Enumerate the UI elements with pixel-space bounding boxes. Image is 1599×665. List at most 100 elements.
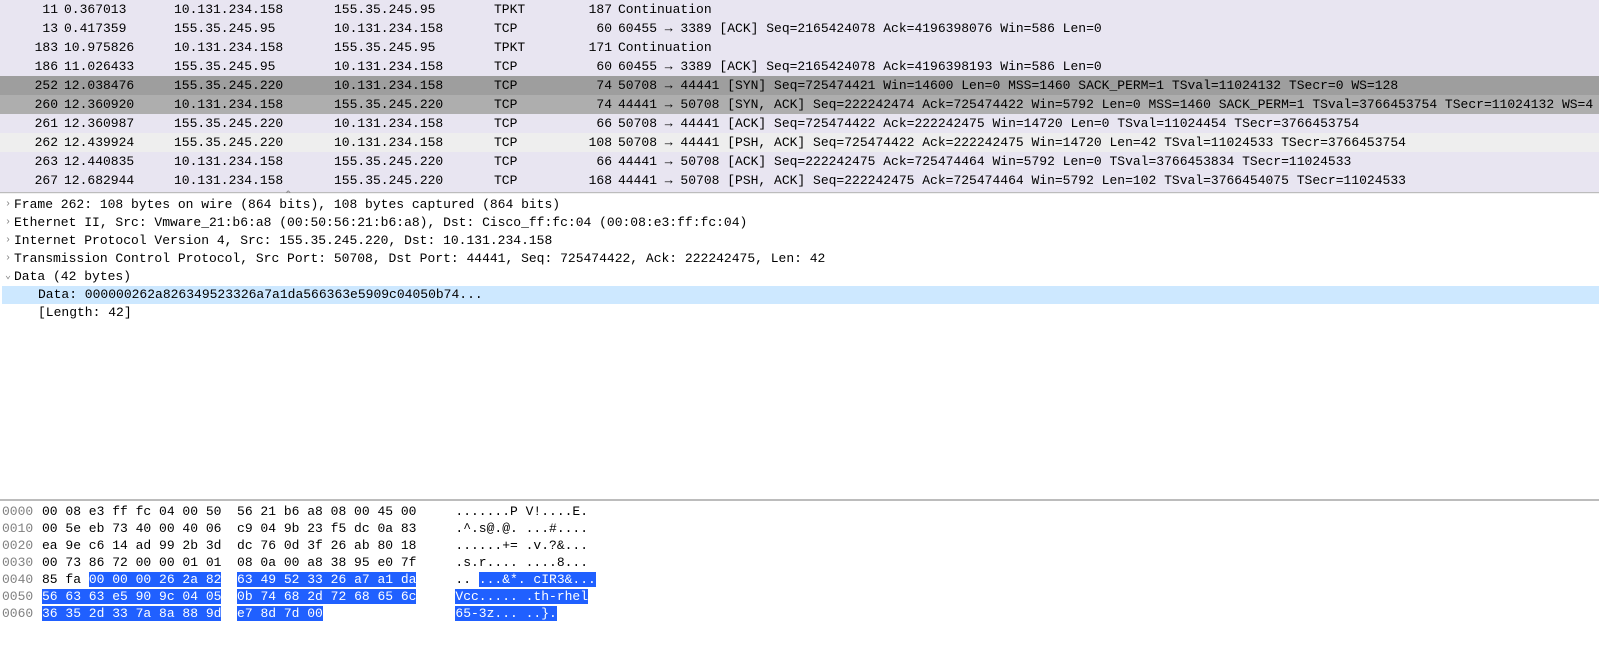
cell-number: 262 bbox=[8, 133, 64, 152]
cell-protocol: TCP bbox=[494, 19, 568, 38]
cell-source: 10.131.234.158 bbox=[174, 152, 334, 171]
cell-info: Continuation bbox=[618, 0, 1599, 19]
cell-time: 0.367013 bbox=[64, 0, 174, 19]
hex-row[interactable]: 004085 fa 00 00 00 26 2a 82 63 49 52 33 … bbox=[2, 571, 1597, 588]
hex-bytes: 85 fa 00 00 00 26 2a 82 63 49 52 33 26 a… bbox=[42, 571, 432, 588]
data-value: Data: 000000262a826349523326a7a1da566363… bbox=[38, 286, 483, 304]
packet-row[interactable]: 110.36701310.131.234.158155.35.245.95TPK… bbox=[0, 0, 1599, 19]
cell-source: 155.35.245.220 bbox=[174, 133, 334, 152]
packet-details-pane[interactable]: › Frame 262: 108 bytes on wire (864 bits… bbox=[0, 193, 1599, 498]
cell-time: 11.026433 bbox=[64, 57, 174, 76]
cell-time: 10.975826 bbox=[64, 38, 174, 57]
data-label: Data (42 bytes) bbox=[14, 268, 131, 286]
tcp-node[interactable]: › Transmission Control Protocol, Src Por… bbox=[2, 250, 1599, 268]
hex-row[interactable]: 0020ea 9e c6 14 ad 99 2b 3d dc 76 0d 3f … bbox=[2, 537, 1597, 554]
cell-number: 267 bbox=[8, 171, 64, 190]
chevron-right-icon[interactable]: › bbox=[2, 250, 14, 268]
hex-row[interactable]: 006036 35 2d 33 7a 8a 88 9d e7 8d 7d 00 … bbox=[2, 605, 1597, 622]
hex-bytes: 00 08 e3 ff fc 04 00 50 56 21 b6 a8 08 0… bbox=[42, 503, 432, 520]
cell-info: 60455 → 3389 [ACK] Seq=2165424078 Ack=41… bbox=[618, 57, 1599, 76]
hex-bytes: 56 63 63 e5 90 9c 04 05 0b 74 68 2d 72 6… bbox=[42, 588, 432, 605]
cell-source: 155.35.245.95 bbox=[174, 19, 334, 38]
cell-destination: 10.131.234.158 bbox=[334, 57, 494, 76]
packet-row[interactable]: 26212.439924155.35.245.22010.131.234.158… bbox=[0, 133, 1599, 152]
hex-ascii: .s.r.... ....8... bbox=[455, 554, 615, 571]
hex-offset: 0060 bbox=[2, 605, 42, 622]
hex-row[interactable]: 001000 5e eb 73 40 00 40 06 c9 04 9b 23 … bbox=[2, 520, 1597, 537]
hex-ascii: ......+= .v.?&... bbox=[455, 537, 615, 554]
cell-time: 12.682944 bbox=[64, 171, 174, 190]
cell-info: 50708 → 44441 [SYN] Seq=725474421 Win=14… bbox=[618, 76, 1599, 95]
packet-row[interactable]: 26312.44083510.131.234.158155.35.245.220… bbox=[0, 152, 1599, 171]
data-length-row[interactable]: [Length: 42] bbox=[2, 304, 1599, 322]
hex-row[interactable]: 000000 08 e3 ff fc 04 00 50 56 21 b6 a8 … bbox=[2, 503, 1597, 520]
cell-source: 10.131.234.158 bbox=[174, 0, 334, 19]
hex-bytes: 00 5e eb 73 40 00 40 06 c9 04 9b 23 f5 d… bbox=[42, 520, 432, 537]
cell-destination: 155.35.245.220 bbox=[334, 95, 494, 114]
cell-protocol: TCP bbox=[494, 152, 568, 171]
frame-node[interactable]: › Frame 262: 108 bytes on wire (864 bits… bbox=[2, 196, 1599, 214]
hex-dump-pane[interactable]: 000000 08 e3 ff fc 04 00 50 56 21 b6 a8 … bbox=[0, 499, 1599, 665]
hex-row[interactable]: 005056 63 63 e5 90 9c 04 05 0b 74 68 2d … bbox=[2, 588, 1597, 605]
cell-info: Continuation bbox=[618, 38, 1599, 57]
cell-protocol: TCP bbox=[494, 57, 568, 76]
cell-length: 168 bbox=[568, 171, 618, 190]
cell-destination: 10.131.234.158 bbox=[334, 133, 494, 152]
cell-info: 44441 → 50708 [SYN, ACK] Seq=222242474 A… bbox=[618, 95, 1599, 114]
cell-time: 12.439924 bbox=[64, 133, 174, 152]
cell-number: 13 bbox=[8, 19, 64, 38]
cell-destination: 155.35.245.220 bbox=[334, 152, 494, 171]
packet-row[interactable]: 25212.038476155.35.245.22010.131.234.158… bbox=[0, 76, 1599, 95]
chevron-down-icon[interactable]: ⌄ bbox=[2, 268, 14, 286]
hex-offset: 0040 bbox=[2, 571, 42, 588]
hex-bytes: ea 9e c6 14 ad 99 2b 3d dc 76 0d 3f 26 a… bbox=[42, 537, 432, 554]
cell-source: 10.131.234.158 bbox=[174, 171, 334, 190]
ip-node[interactable]: › Internet Protocol Version 4, Src: 155.… bbox=[2, 232, 1599, 250]
hex-offset: 0010 bbox=[2, 520, 42, 537]
cell-number: 11 bbox=[8, 0, 64, 19]
cell-protocol: TCP bbox=[494, 133, 568, 152]
cell-source: 10.131.234.158 bbox=[174, 38, 334, 57]
chevron-right-icon[interactable]: › bbox=[2, 196, 14, 214]
hex-ascii: .. ...&*. cIR3&... bbox=[455, 571, 615, 588]
cell-source: 155.35.245.220 bbox=[174, 114, 334, 133]
cell-length: 66 bbox=[568, 114, 618, 133]
cell-time: 12.360987 bbox=[64, 114, 174, 133]
cell-info: 50708 → 44441 [ACK] Seq=725474422 Ack=22… bbox=[618, 114, 1599, 133]
hex-offset: 0030 bbox=[2, 554, 42, 571]
ip-label: Internet Protocol Version 4, Src: 155.35… bbox=[14, 232, 552, 250]
chevron-right-icon[interactable]: › bbox=[2, 232, 14, 250]
hex-offset: 0020 bbox=[2, 537, 42, 554]
hex-ascii: .^.s@.@. ...#.... bbox=[455, 520, 615, 537]
data-node[interactable]: ⌄ Data (42 bytes) bbox=[2, 268, 1599, 286]
cell-length: 171 bbox=[568, 38, 618, 57]
cell-protocol: TCP bbox=[494, 76, 568, 95]
cell-length: 74 bbox=[568, 76, 618, 95]
data-value-row[interactable]: Data: 000000262a826349523326a7a1da566363… bbox=[2, 286, 1599, 304]
cell-number: 186 bbox=[8, 57, 64, 76]
cell-time: 12.038476 bbox=[64, 76, 174, 95]
cell-info: 50708 → 44441 [PSH, ACK] Seq=725474422 A… bbox=[618, 133, 1599, 152]
cell-protocol: TCP bbox=[494, 95, 568, 114]
chevron-right-icon[interactable]: › bbox=[2, 214, 14, 232]
cell-destination: 155.35.245.95 bbox=[334, 38, 494, 57]
packet-row[interactable]: 26012.36092010.131.234.158155.35.245.220… bbox=[0, 95, 1599, 114]
cell-number: 183 bbox=[8, 38, 64, 57]
hex-offset: 0000 bbox=[2, 503, 42, 520]
packet-row[interactable]: 18611.026433155.35.245.9510.131.234.158T… bbox=[0, 57, 1599, 76]
packet-row[interactable]: 18310.97582610.131.234.158155.35.245.95T… bbox=[0, 38, 1599, 57]
cell-info: 60455 → 3389 [ACK] Seq=2165424078 Ack=41… bbox=[618, 19, 1599, 38]
cell-protocol: TPKT bbox=[494, 0, 568, 19]
cell-length: 60 bbox=[568, 57, 618, 76]
hex-ascii: .......P V!....E. bbox=[455, 503, 615, 520]
cell-source: 155.35.245.220 bbox=[174, 76, 334, 95]
hex-row[interactable]: 003000 73 86 72 00 00 01 01 08 0a 00 a8 … bbox=[2, 554, 1597, 571]
data-length: [Length: 42] bbox=[38, 304, 132, 322]
cell-number: 261 bbox=[8, 114, 64, 133]
packet-list-pane[interactable]: 110.36701310.131.234.158155.35.245.95TPK… bbox=[0, 0, 1599, 193]
cell-length: 108 bbox=[568, 133, 618, 152]
packet-row[interactable]: 26712.68294410.131.234.158155.35.245.220… bbox=[0, 171, 1599, 190]
packet-row[interactable]: 130.417359155.35.245.9510.131.234.158TCP… bbox=[0, 19, 1599, 38]
ethernet-node[interactable]: › Ethernet II, Src: Vmware_21:b6:a8 (00:… bbox=[2, 214, 1599, 232]
packet-row[interactable]: 26112.360987155.35.245.22010.131.234.158… bbox=[0, 114, 1599, 133]
